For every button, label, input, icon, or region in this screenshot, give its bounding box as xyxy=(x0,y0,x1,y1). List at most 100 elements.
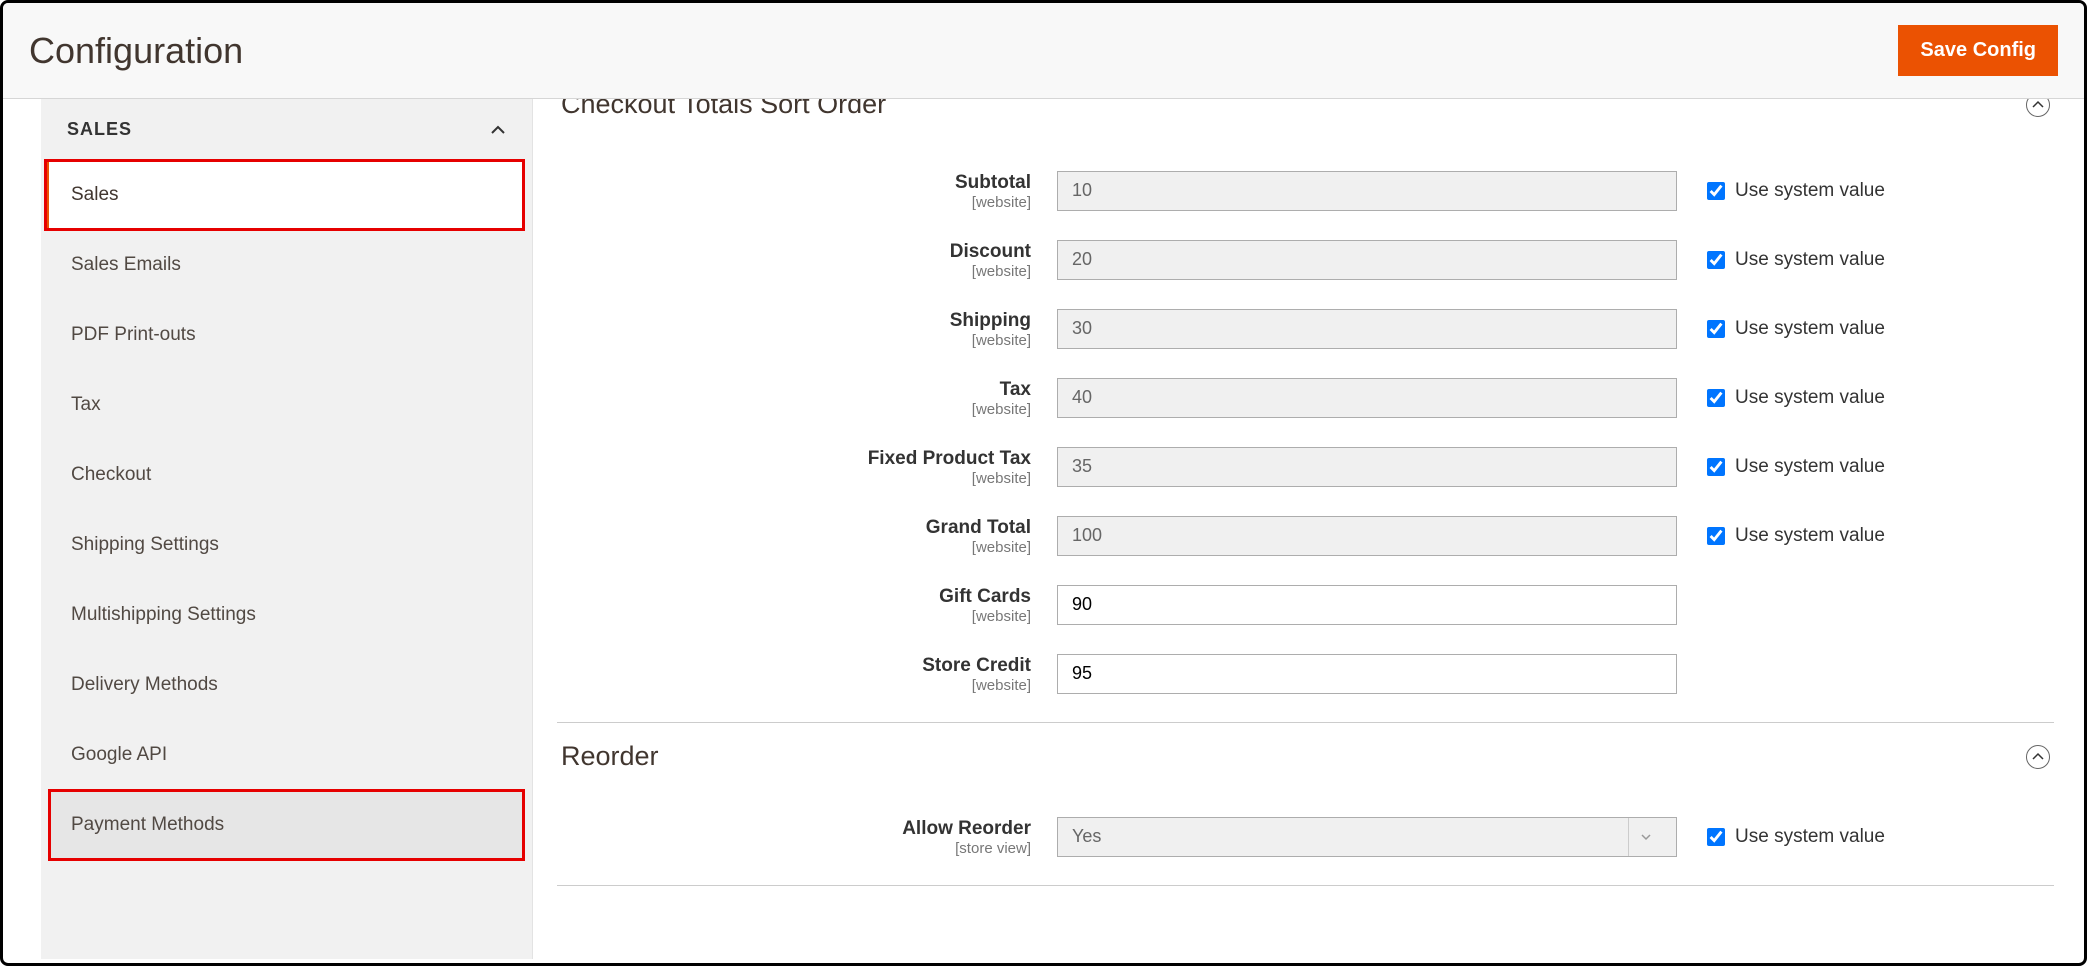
page-title: Configuration xyxy=(29,30,243,72)
sidebar-item-label: Delivery Methods xyxy=(71,674,218,695)
field-input-wrap xyxy=(1057,378,1677,418)
grand-total-input[interactable] xyxy=(1057,516,1677,556)
sidebar-item-delivery-methods[interactable]: Delivery Methods xyxy=(49,650,524,720)
field-input-wrap xyxy=(1057,447,1677,487)
sidebar-item-label: Tax xyxy=(71,394,101,415)
collapse-icon[interactable] xyxy=(2026,745,2050,769)
gift-cards-input[interactable] xyxy=(1057,585,1677,625)
field-shipping: Shipping [website] Use system value xyxy=(557,308,2054,349)
field-label: Discount [website] xyxy=(557,239,1057,280)
use-system-allow-reorder[interactable]: Use system value xyxy=(1707,826,1885,848)
page-header: Configuration Save Config xyxy=(3,3,2084,99)
field-input-wrap xyxy=(1057,654,1677,694)
field-input-wrap xyxy=(1057,309,1677,349)
field-label: Allow Reorder [store view] xyxy=(557,816,1057,857)
sidebar-group-sales[interactable]: SALES xyxy=(41,99,532,160)
scope-text: [website] xyxy=(557,677,1031,694)
use-system-checkbox[interactable] xyxy=(1707,182,1725,200)
sidebar-item-sales[interactable]: Sales xyxy=(45,160,524,230)
field-input-wrap: Yes xyxy=(1057,817,1677,857)
allow-reorder-select[interactable]: Yes xyxy=(1057,817,1677,857)
field-grand-total: Grand Total [website] Use system value xyxy=(557,515,2054,556)
field-gift-cards: Gift Cards [website] xyxy=(557,584,2054,625)
sidebar-item-multishipping-settings[interactable]: Multishipping Settings xyxy=(49,580,524,650)
use-system-shipping[interactable]: Use system value xyxy=(1707,318,1885,340)
label-text: Subtotal xyxy=(557,172,1031,194)
discount-input[interactable] xyxy=(1057,240,1677,280)
page-layout: SALES Sales Sales Emails PDF Print-outs … xyxy=(3,99,2084,959)
field-discount: Discount [website] Use system value xyxy=(557,239,2054,280)
label-text: Gift Cards xyxy=(557,586,1031,608)
field-label: Shipping [website] xyxy=(557,308,1057,349)
use-system-checkbox[interactable] xyxy=(1707,389,1725,407)
sidebar-item-payment-methods[interactable]: Payment Methods xyxy=(49,790,524,860)
field-input-wrap xyxy=(1057,516,1677,556)
label-text: Fixed Product Tax xyxy=(557,448,1031,470)
field-input-wrap xyxy=(1057,171,1677,211)
use-system-label: Use system value xyxy=(1735,249,1885,271)
select-value: Yes xyxy=(1072,826,1101,847)
use-system-subtotal[interactable]: Use system value xyxy=(1707,180,1885,202)
use-system-label: Use system value xyxy=(1735,387,1885,409)
label-text: Grand Total xyxy=(557,517,1031,539)
field-label: Subtotal [website] xyxy=(557,170,1057,211)
save-config-button[interactable]: Save Config xyxy=(1898,25,2058,76)
use-system-checkbox[interactable] xyxy=(1707,828,1725,846)
scope-text: [website] xyxy=(557,332,1031,349)
sidebar-item-sales-emails[interactable]: Sales Emails xyxy=(49,230,524,300)
section-body-sort-order: Subtotal [website] Use system value Disc… xyxy=(557,134,2054,694)
use-system-label: Use system value xyxy=(1735,525,1885,547)
store-credit-input[interactable] xyxy=(1057,654,1677,694)
section-body-reorder: Allow Reorder [store view] Yes Use syste… xyxy=(557,786,2054,857)
tax-input[interactable] xyxy=(1057,378,1677,418)
sidebar-item-pdf-printouts[interactable]: PDF Print-outs xyxy=(49,300,524,370)
sidebar-group-label: SALES xyxy=(67,119,132,140)
scope-text: [website] xyxy=(557,470,1031,487)
use-system-label: Use system value xyxy=(1735,826,1885,848)
section-divider xyxy=(557,885,2054,886)
label-text: Tax xyxy=(557,379,1031,401)
sidebar-item-label: Shipping Settings xyxy=(71,534,219,555)
label-text: Allow Reorder xyxy=(557,818,1031,840)
sidebar-item-checkout[interactable]: Checkout xyxy=(49,440,524,510)
section-header-reorder[interactable]: Reorder xyxy=(557,723,2054,786)
section-title-text: Checkout Totals Sort Order xyxy=(561,99,886,120)
sidebar-item-google-api[interactable]: Google API xyxy=(49,720,524,790)
use-system-tax[interactable]: Use system value xyxy=(1707,387,1885,409)
use-system-fpt[interactable]: Use system value xyxy=(1707,456,1885,478)
chevron-up-icon xyxy=(490,122,506,138)
scope-text: [website] xyxy=(557,401,1031,418)
use-system-checkbox[interactable] xyxy=(1707,251,1725,269)
sidebar-item-label: Google API xyxy=(71,744,167,765)
sidebar-item-label: Payment Methods xyxy=(71,814,224,835)
scope-text: [website] xyxy=(557,539,1031,556)
scope-text: [website] xyxy=(557,263,1031,280)
sidebar-item-tax[interactable]: Tax xyxy=(49,370,524,440)
use-system-label: Use system value xyxy=(1735,318,1885,340)
field-label: Grand Total [website] xyxy=(557,515,1057,556)
field-input-wrap xyxy=(1057,240,1677,280)
use-system-checkbox[interactable] xyxy=(1707,527,1725,545)
subtotal-input[interactable] xyxy=(1057,171,1677,211)
shipping-input[interactable] xyxy=(1057,309,1677,349)
use-system-grand-total[interactable]: Use system value xyxy=(1707,525,1885,547)
scope-text: [website] xyxy=(557,608,1031,625)
section-header-sort-order[interactable]: Checkout Totals Sort Order xyxy=(557,99,2054,134)
use-system-discount[interactable]: Use system value xyxy=(1707,249,1885,271)
use-system-label: Use system value xyxy=(1735,180,1885,202)
section-title-text: Reorder xyxy=(561,741,659,772)
use-system-checkbox[interactable] xyxy=(1707,458,1725,476)
sidebar-list: Sales Sales Emails PDF Print-outs Tax Ch… xyxy=(41,160,532,868)
field-label: Tax [website] xyxy=(557,377,1057,418)
sidebar-item-label: Sales xyxy=(71,184,119,205)
sidebar-item-shipping-settings[interactable]: Shipping Settings xyxy=(49,510,524,580)
collapse-icon[interactable] xyxy=(2026,99,2050,117)
field-input-wrap xyxy=(1057,585,1677,625)
scope-text: [website] xyxy=(557,194,1031,211)
field-label: Gift Cards [website] xyxy=(557,584,1057,625)
use-system-checkbox[interactable] xyxy=(1707,320,1725,338)
label-text: Store Credit xyxy=(557,655,1031,677)
dropdown-arrow-icon xyxy=(1628,818,1662,856)
label-text: Shipping xyxy=(557,310,1031,332)
fpt-input[interactable] xyxy=(1057,447,1677,487)
